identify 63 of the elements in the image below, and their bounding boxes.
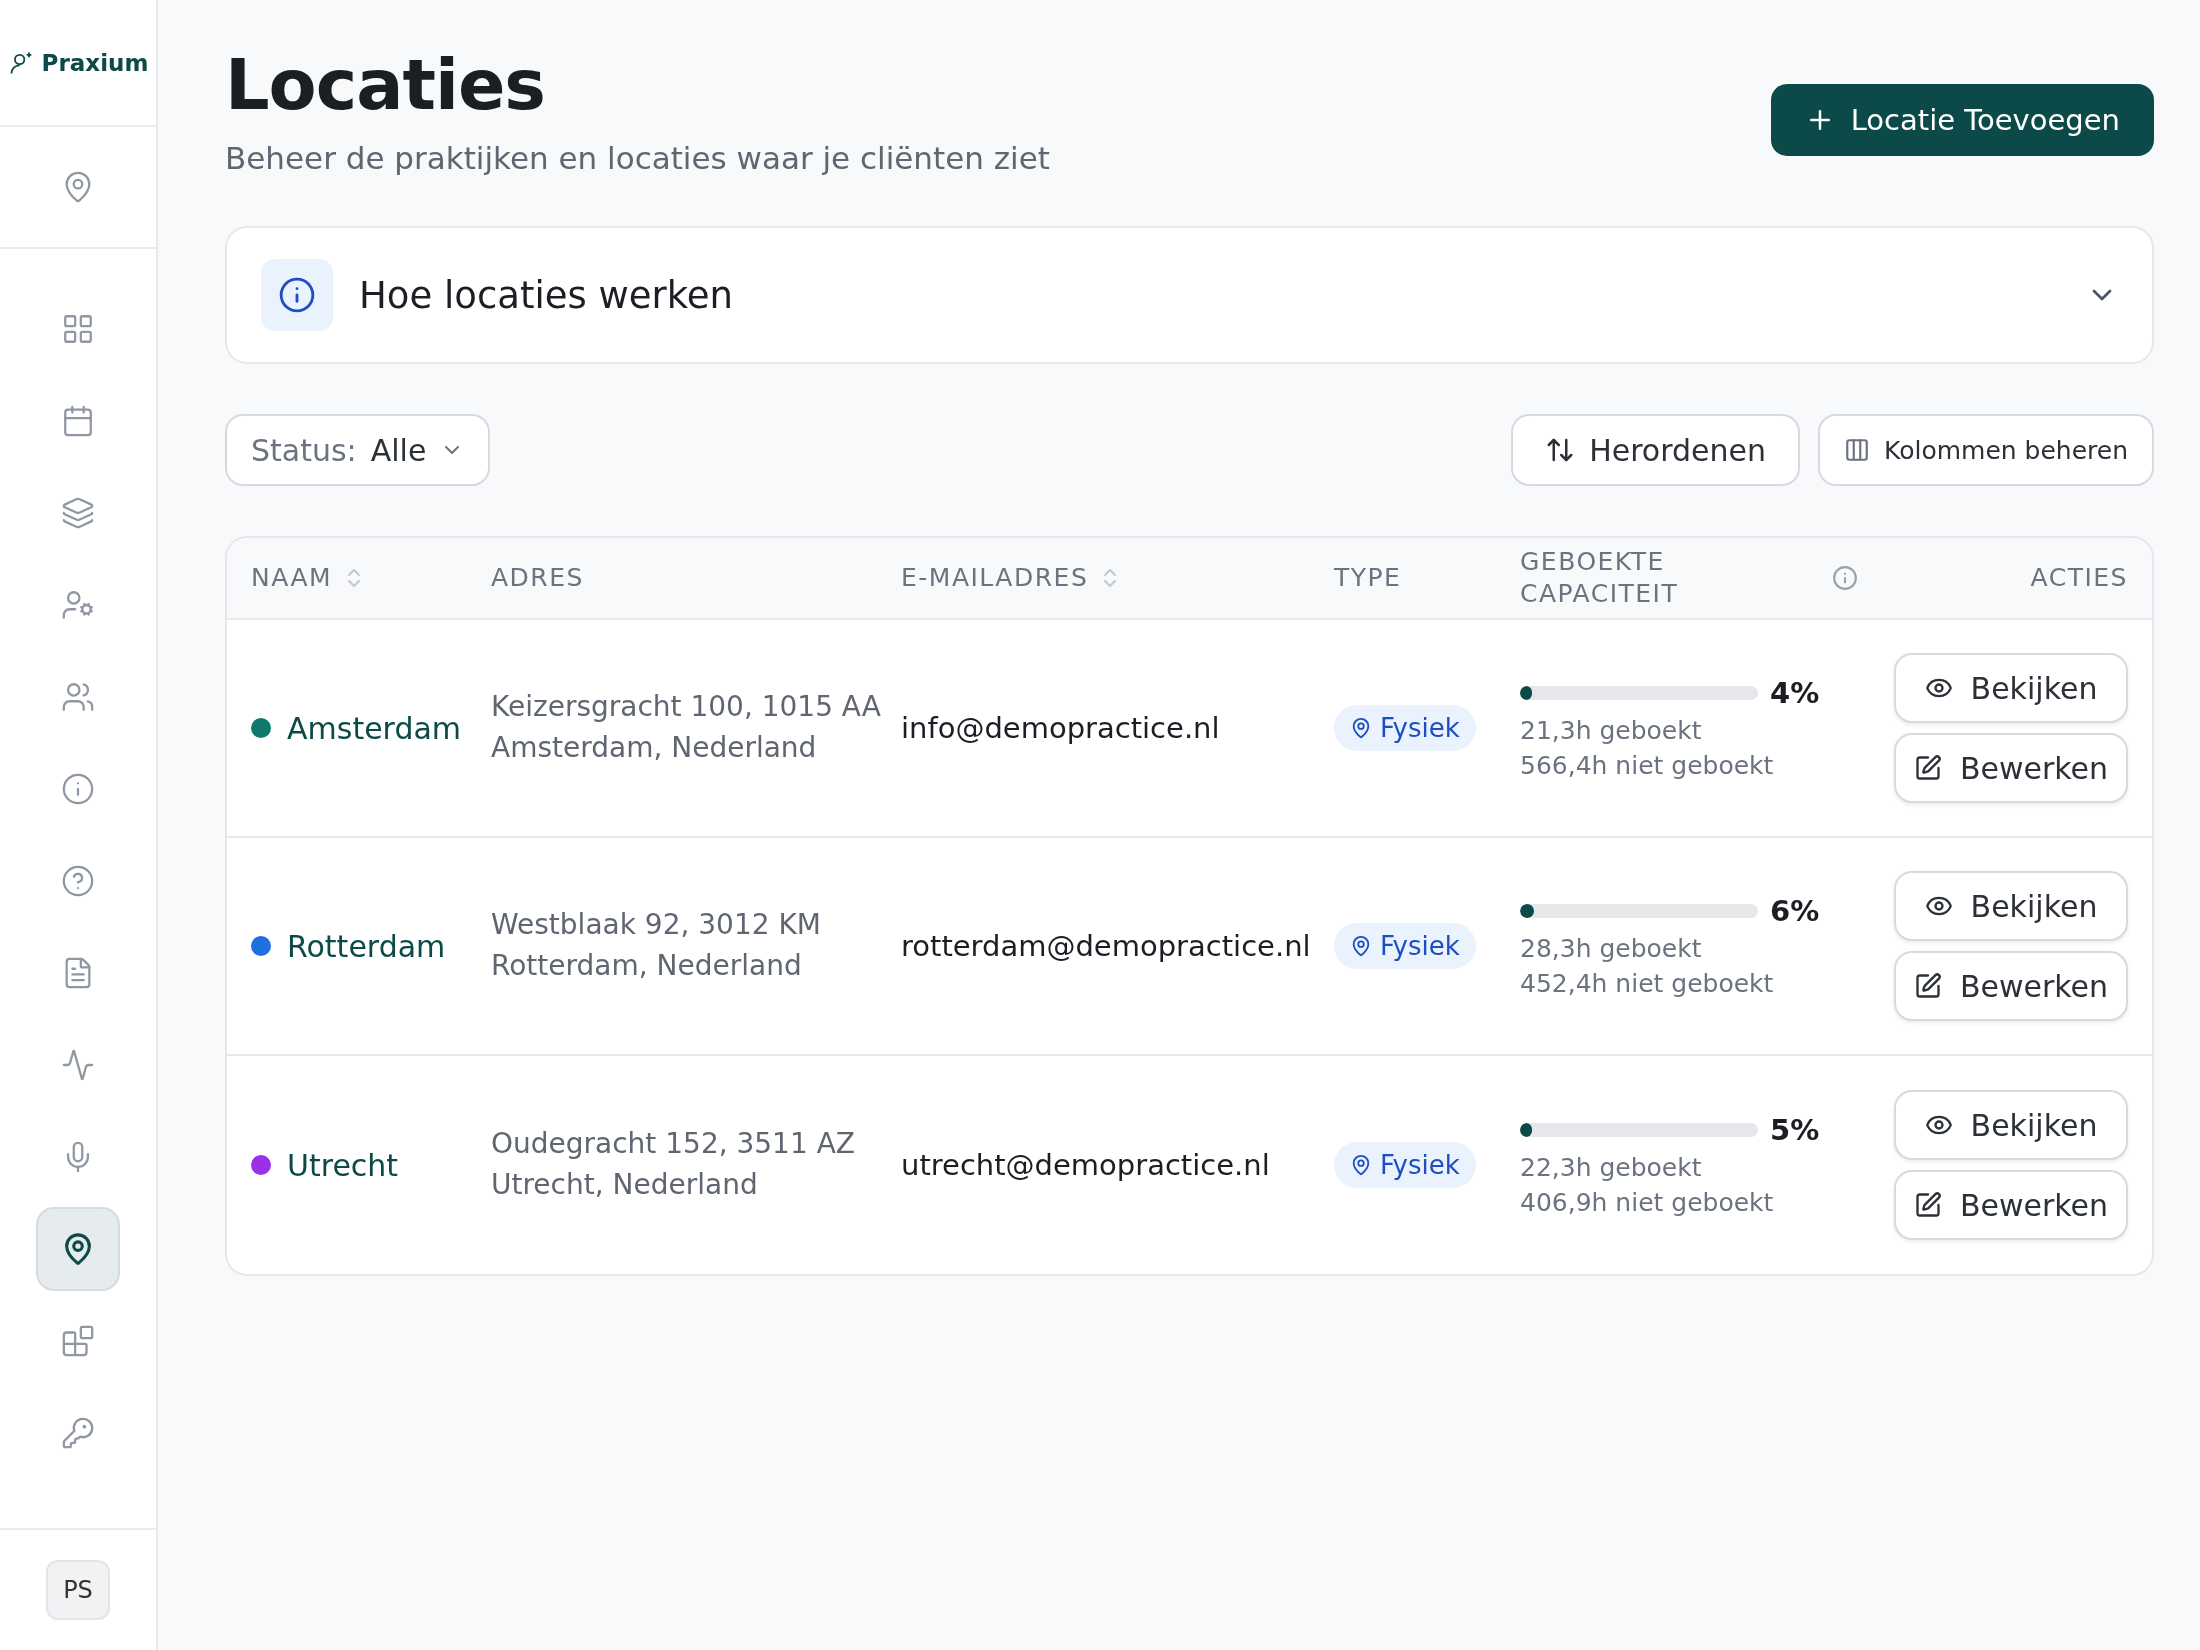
info-icon [261, 259, 333, 331]
manage-columns-button[interactable]: Kolommen beheren [1818, 414, 2154, 486]
booked-hours: 28,3h geboekt [1520, 934, 1703, 963]
edit-button[interactable]: Bewerken [1894, 951, 2128, 1021]
page-title: Locaties [225, 44, 547, 126]
capacity-percent: 4% [1770, 676, 1820, 710]
location-name: Rotterdam [287, 928, 446, 964]
columns-icon [1844, 437, 1870, 463]
edit-button[interactable]: Bewerken [1894, 733, 2128, 803]
edit-icon [1913, 1191, 1942, 1219]
edit-icon [1913, 754, 1942, 782]
info-icon[interactable] [1832, 565, 1858, 591]
map-pin-icon [1350, 1154, 1372, 1176]
column-header: TYPE [1334, 561, 1402, 594]
column-header: GEBOEKTE CAPACITEIT [1520, 545, 1680, 610]
email-text: utrecht@demopractice.nl [901, 1148, 1271, 1182]
layers-icon [61, 496, 95, 530]
location-name: Amsterdam [287, 710, 462, 746]
type-tag: Fysiek [1334, 923, 1476, 969]
info-panel[interactable]: Hoe locaties werken [225, 226, 2154, 364]
capacity-percent: 6% [1770, 894, 1820, 928]
type-tag: Fysiek [1334, 1142, 1476, 1188]
unbooked-hours: 406,9h niet geboekt [1520, 1188, 1775, 1217]
map-pin-icon [1350, 935, 1372, 957]
address-text: Oudegracht 152, 3511 AZ Utrecht, Nederland [491, 1126, 856, 1203]
view-button[interactable]: Bekijken [1894, 1090, 2128, 1160]
nav-item[interactable] [36, 1207, 120, 1291]
brand-name: Praxium [41, 49, 149, 76]
location-name: Utrecht [287, 1147, 399, 1183]
calendar-icon [61, 404, 95, 438]
column-header[interactable]: E-MAILADRES [901, 561, 1089, 595]
help-icon [61, 864, 95, 898]
users-icon [61, 680, 95, 714]
key-icon [61, 1416, 95, 1450]
edit-icon [1913, 972, 1942, 1000]
grid-icon [61, 312, 95, 346]
email-text: rotterdam@demopractice.nl [901, 929, 1312, 963]
booked-hours: 22,3h geboekt [1520, 1153, 1703, 1182]
capacity-percent: 5% [1770, 1113, 1820, 1147]
page-subtitle: Beheer de praktijken en locaties waar je cliënten ziet [225, 140, 1050, 176]
panel-title: Hoe locaties werken [359, 273, 735, 317]
view-button[interactable]: Bekijken [1894, 653, 2128, 723]
edit-button[interactable]: Bewerken [1894, 1170, 2128, 1240]
unbooked-hours: 452,4h niet geboekt [1520, 969, 1775, 998]
pulse-icon [61, 1048, 95, 1082]
map-pin-icon [1350, 717, 1372, 739]
view-button[interactable]: Bekijken [1894, 871, 2128, 941]
column-header: ACTIES [2030, 561, 2128, 594]
user-gear-icon [61, 588, 95, 622]
address-text: Keizersgracht 100, 1015 AA Amsterdam, Nederland [491, 689, 882, 766]
unbooked-hours: 566,4h niet geboekt [1520, 751, 1775, 780]
column-header[interactable]: NAAM [251, 561, 333, 595]
reorder-button[interactable]: Herordenen [1511, 414, 1800, 486]
type-tag: Fysiek [1334, 705, 1476, 751]
address-text: Westblaak 92, 3012 KM Rotterdam, Nederland [491, 907, 822, 984]
add-location-button[interactable]: Locatie Toevoegen [1770, 84, 2154, 156]
blocks-icon [61, 1324, 95, 1358]
status-filter[interactable]: Status: Alle [225, 414, 491, 486]
column-header: ADRES [491, 561, 584, 594]
info-icon [61, 772, 95, 806]
user-avatar[interactable]: PS [46, 1560, 110, 1620]
email-text: info@demopractice.nl [901, 711, 1221, 745]
booked-hours: 21,3h geboekt [1520, 716, 1703, 745]
